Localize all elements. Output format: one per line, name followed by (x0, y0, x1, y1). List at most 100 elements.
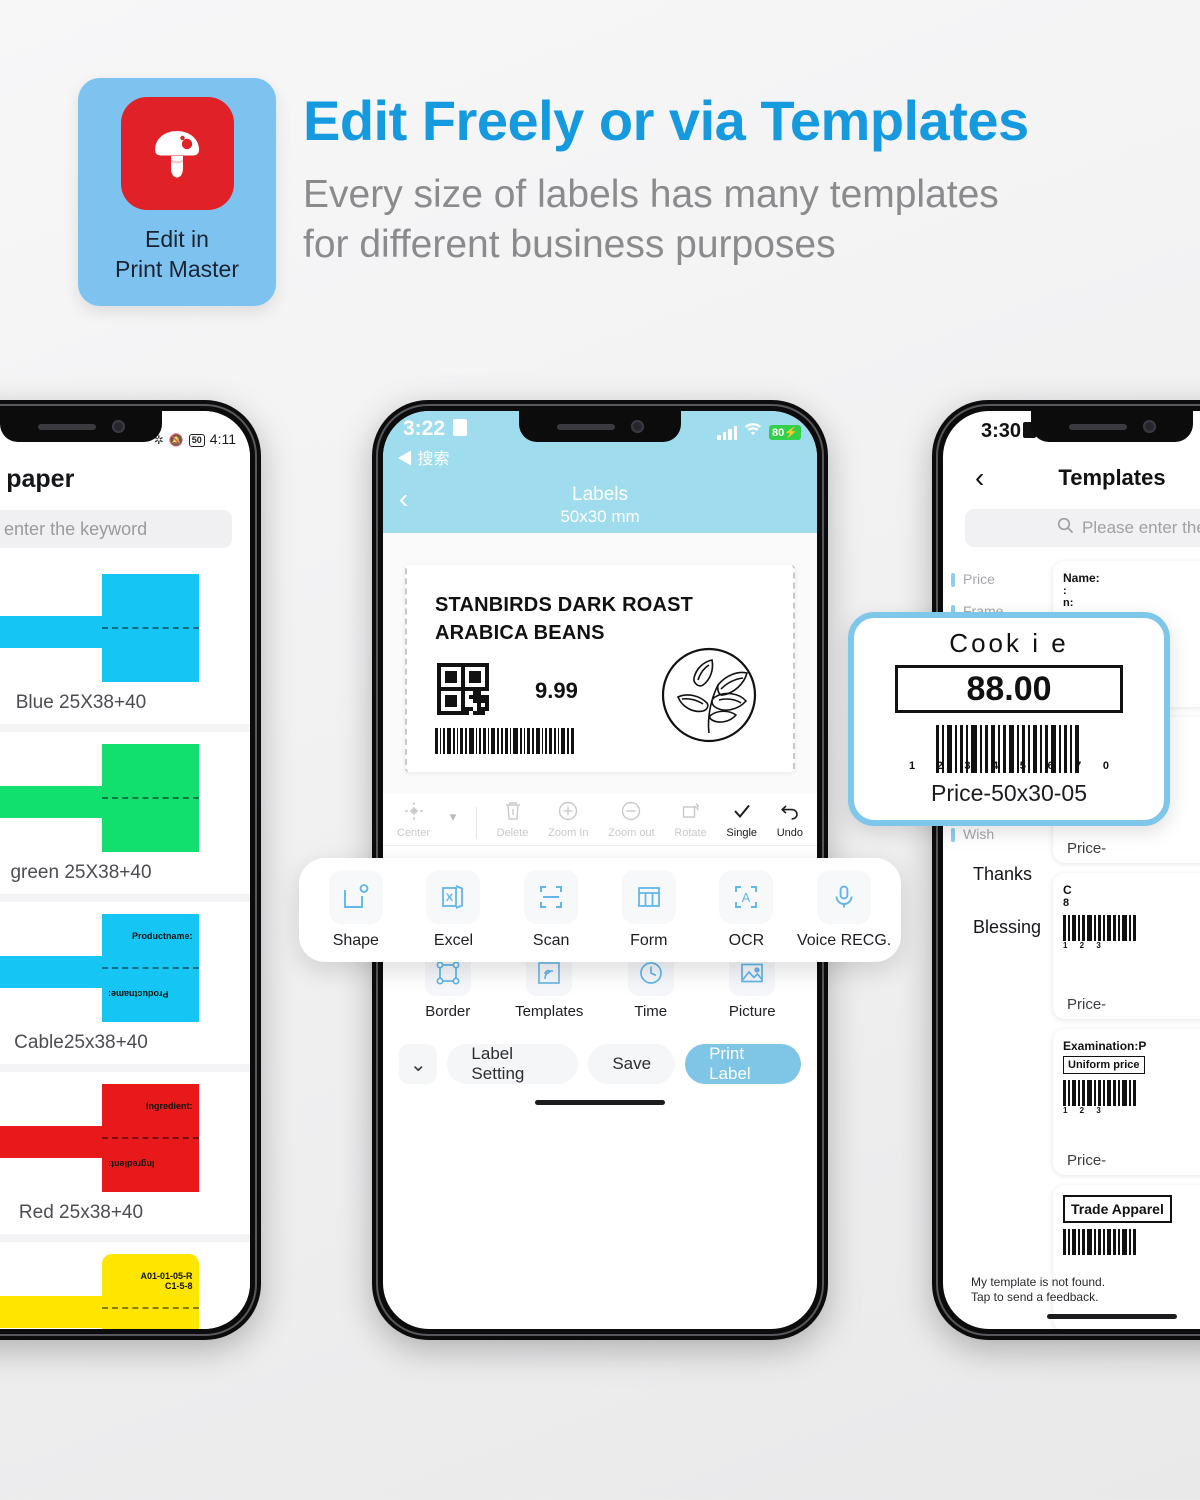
edit-tool-label: Center (397, 827, 431, 839)
right-search-row[interactable]: Please enter the (943, 503, 1200, 553)
template-line: : (1063, 585, 1067, 597)
search-icon (1057, 517, 1074, 539)
label-paper-shape (0, 574, 199, 682)
barcode-digits: 1 2 3 4 5 6 7 0 (909, 760, 1109, 772)
feedback-note[interactable]: My template is not found. Tap to send a … (971, 1275, 1105, 1305)
popup-tool-excel[interactable]: X Excel (407, 870, 499, 950)
back-button[interactable]: ‹ (399, 483, 408, 515)
list-item[interactable]: A01-01-05-RC1-5-8 A01-01-05-RC1-5-8 (0, 1242, 250, 1329)
edit-tool-label: Zoom In (548, 827, 589, 839)
popup-tool-voice-recg[interactable]: Voice RECG. (797, 870, 891, 950)
list-item[interactable]: Blue 25X38+40 (0, 562, 250, 724)
back-to-search-link[interactable]: ◀ 搜索 (397, 445, 449, 469)
barcode-digit: 4 (992, 760, 999, 772)
edit-tool-zoom-in[interactable]: Zoom In (548, 800, 588, 839)
barcode-icon (1063, 1080, 1200, 1106)
sidebar-item-thanks[interactable]: Thanks (943, 848, 1045, 901)
bottom-action-bar[interactable]: ⌄ Label Setting Save Print Label (383, 1034, 817, 1084)
shape-text-top: Ingredient: (146, 1101, 193, 1111)
qr-code-icon[interactable] (437, 663, 489, 715)
popup-tool-form[interactable]: Form (603, 870, 695, 950)
template-card[interactable]: C8 1 2 3 Price- (1053, 873, 1200, 1019)
edit-tool-delete[interactable]: Delete (497, 800, 528, 839)
list-item[interactable]: Productname: Productname: Cable25x38+40 (0, 902, 250, 1064)
edit-tool-undo[interactable]: Undo (777, 800, 803, 839)
undo-icon (779, 800, 801, 825)
label-title-line-1[interactable]: STANBIRDS DARK ROAST (435, 591, 773, 619)
feedback-line-1: My template is not found. (971, 1275, 1106, 1289)
label-paper-list[interactable]: Blue 25X38+40 green 25X38+40 Productname… (0, 562, 250, 1329)
speaker-icon (1068, 423, 1127, 430)
popup-tool-ocr[interactable]: A OCR (700, 870, 792, 950)
mute-icon: 🔕 (168, 433, 184, 447)
edit-tool-label: Single (726, 827, 757, 839)
list-item[interactable]: Ingredient: Ingredient: Red 25x38+40 (0, 1072, 250, 1234)
align-center-icon (403, 800, 425, 825)
shape-text-bottom: Productname: (107, 989, 169, 999)
popup-tool-shape[interactable]: Shape (310, 870, 402, 950)
barcode-digits: 1 2 3 (1063, 941, 1106, 950)
barcode-digit: 0 (1102, 760, 1109, 772)
search-input[interactable]: Please enter the (965, 509, 1200, 547)
barcode-digit: 7 (1075, 760, 1082, 772)
lock-icon (453, 419, 467, 436)
template-callout-card[interactable]: Cook i e 88.00 1 2 3 4 5 6 7 0 Price-50x30-05 (848, 612, 1170, 826)
list-item-label: Red 25x38+40 (18, 1202, 144, 1223)
sidebar-item-blessing[interactable]: Blessing (943, 901, 1045, 954)
feedback-line-2: Tap to send a feedback. (971, 1290, 1099, 1304)
edit-tool-zoom-out[interactable]: Zoom out (608, 800, 655, 839)
label-preview[interactable]: STANBIRDS DARK ROAST ARABICA BEANS 9.99 (405, 565, 795, 772)
barcode-icon[interactable] (435, 728, 576, 754)
edit-tool-label: Undo (776, 827, 803, 839)
callout-title: Cook i e (949, 628, 1069, 658)
template-line: Uniform price (1063, 1056, 1145, 1074)
template-line: C (1063, 883, 1072, 897)
tool-label: Templates (515, 1003, 584, 1020)
page-subtitle: Every size of labels has many templates … (303, 170, 999, 270)
search-input[interactable]: Please enter the keyword (0, 510, 232, 548)
template-line: Trade Apparel (1063, 1195, 1172, 1223)
label-canvas-area[interactable]: STANBIRDS DARK ROAST ARABICA BEANS 9.99 (383, 533, 817, 794)
edit-tool-single[interactable]: Single (726, 800, 757, 839)
trash-icon (503, 800, 523, 825)
list-item[interactable]: green 25X38+40 (0, 732, 250, 894)
template-line: 8 (1063, 897, 1070, 909)
label-price[interactable]: 9.99 (535, 678, 578, 704)
edit-tool-center[interactable]: Center (397, 800, 430, 839)
left-search-row[interactable]: Please enter the keyword (0, 510, 250, 562)
chevron-double-down-icon[interactable]: ⌄ (399, 1044, 438, 1084)
label-title-line-2[interactable]: ARABICA BEANS (435, 619, 773, 647)
center-navbar: ‹ Labels 50x30 mm (383, 477, 817, 533)
app-badge-label: Edit in Print Master (115, 224, 239, 284)
badge-line-1: Edit in (145, 226, 209, 252)
edit-toolbar[interactable]: Center ▾ Delete Zoom In Zoom out Rotate S… (383, 794, 817, 846)
barcode-digit: 6 (1047, 760, 1054, 772)
label-setting-button[interactable]: Label Setting (447, 1044, 579, 1084)
template-line: Name: (1063, 571, 1100, 585)
popup-tool-scan[interactable]: Scan (505, 870, 597, 950)
speaker-icon (37, 423, 96, 430)
label-paper-shape: A01-01-05-RC1-5-8 A01-01-05-RC1-5-8 (0, 1254, 199, 1329)
subtitle-line-1: Every size of labels has many templates (303, 173, 999, 216)
print-label-button[interactable]: Print Label (685, 1044, 801, 1084)
status-time: 3:30 (981, 420, 1022, 442)
back-button[interactable]: ‹ (975, 462, 984, 494)
leaf-illustration[interactable] (659, 645, 759, 745)
quick-tools-popup[interactable]: Shape X Excel Scan Form A OCR Voice RECG. (299, 858, 901, 962)
edit-tool-rotate[interactable]: Rotate (674, 800, 707, 839)
template-card[interactable]: Examination:P Uniform price 1 2 3 Price- (1053, 1029, 1200, 1175)
chevron-down-icon[interactable]: ▾ (450, 809, 457, 839)
barcode-icon (1063, 1229, 1200, 1255)
barcode-digit: 1 (909, 760, 916, 772)
save-button[interactable]: Save (588, 1044, 676, 1084)
barcode-icon (1063, 915, 1200, 941)
minus-circle-icon (620, 800, 642, 825)
navbar-title: Templates (1058, 465, 1166, 490)
camera-icon (1142, 420, 1156, 433)
label-paper-shape: Productname: Productname: (0, 914, 199, 1022)
template-line: n: (1063, 597, 1074, 609)
popup-tool-label: OCR (728, 932, 765, 949)
battery-icon: 80 ⚡ (769, 425, 801, 440)
sidebar-group-price: Price (943, 561, 1045, 593)
template-card[interactable]: Trade Apparel (1053, 1185, 1200, 1329)
